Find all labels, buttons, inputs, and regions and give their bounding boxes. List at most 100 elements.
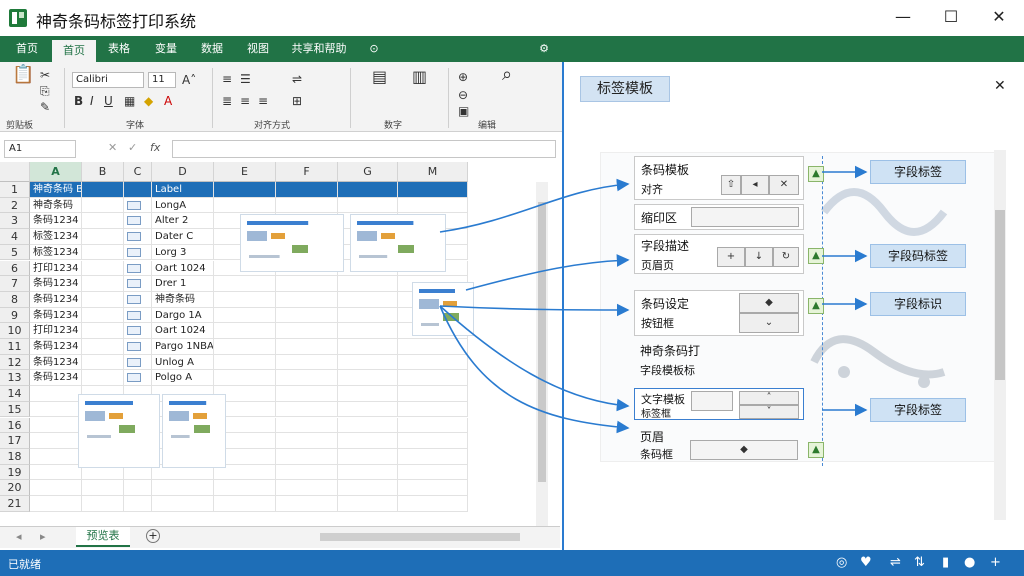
grid-cell[interactable] xyxy=(82,370,124,387)
grid-cell[interactable] xyxy=(398,354,468,371)
horizontal-scrollbar[interactable] xyxy=(320,533,520,541)
green-tag-icon[interactable]: ▲ xyxy=(808,442,824,458)
grid-cell[interactable] xyxy=(30,386,82,402)
grid-cell[interactable]: 神奇条码 Barcode xyxy=(30,182,82,198)
grid-cell[interactable] xyxy=(338,291,398,308)
tab-share-help[interactable]: 共享和帮助 xyxy=(284,40,354,62)
grid-cell[interactable] xyxy=(214,182,276,198)
grid-cell[interactable] xyxy=(124,197,152,214)
column-header[interactable]: F xyxy=(276,162,338,182)
grid-cell[interactable] xyxy=(276,197,338,214)
grid-cell[interactable] xyxy=(276,182,338,198)
row-header[interactable]: 7 xyxy=(0,276,30,292)
grid-cell[interactable]: Drer 1 xyxy=(152,276,214,292)
grid-cell[interactable]: 条码1234 xyxy=(30,291,82,308)
property-input[interactable]: ◆ xyxy=(690,440,798,460)
grid-cell[interactable] xyxy=(276,417,338,434)
column-header[interactable]: E xyxy=(214,162,276,182)
row-header[interactable]: 2 xyxy=(0,197,30,214)
row-header[interactable]: 21 xyxy=(0,496,30,512)
wrap-text-icon[interactable]: ⇌ xyxy=(292,72,302,86)
grid-cell[interactable] xyxy=(276,291,338,308)
next-sheet-icon[interactable]: ▸ xyxy=(40,530,46,543)
close-button[interactable]: ✕ xyxy=(984,6,1014,28)
row-header[interactable]: 13 xyxy=(0,370,30,387)
green-tag-icon[interactable]: ▲ xyxy=(808,248,824,264)
grid-cell[interactable] xyxy=(214,480,276,496)
grid-cell[interactable] xyxy=(124,323,152,339)
number-format-icon[interactable]: ▤ xyxy=(372,69,387,85)
sync-icon[interactable]: ◎ xyxy=(836,555,847,570)
grid-cell[interactable] xyxy=(82,354,124,371)
copy-icon[interactable]: ⎘ xyxy=(40,84,50,98)
row-header[interactable]: 9 xyxy=(0,307,30,324)
grid-cell[interactable] xyxy=(214,323,276,339)
grid-cell[interactable]: 条码1234 xyxy=(30,354,82,371)
insert-cells-icon[interactable]: ⊕ xyxy=(458,70,468,84)
record-icon[interactable]: ● xyxy=(964,555,975,570)
row-header[interactable]: 18 xyxy=(0,448,30,465)
grid-cell[interactable]: Unlog A xyxy=(152,354,214,371)
cancel-icon[interactable]: ✕ xyxy=(108,141,117,154)
row-header[interactable]: 6 xyxy=(0,260,30,277)
phone-icon[interactable]: ▮ xyxy=(942,555,949,570)
green-tag-icon[interactable]: ▲ xyxy=(808,166,824,182)
grid-cell[interactable]: Polgo A xyxy=(152,370,214,387)
grid-cell[interactable] xyxy=(276,464,338,481)
row-header[interactable]: 1 xyxy=(0,182,30,198)
row-header[interactable]: 12 xyxy=(0,354,30,371)
label-template-thumbnail[interactable] xyxy=(240,214,344,272)
tab-table[interactable]: 表格 xyxy=(100,40,138,62)
tab-file[interactable]: 首页 xyxy=(8,40,46,62)
grid-cell[interactable] xyxy=(276,386,338,402)
grid-cell[interactable]: Oart 1024 xyxy=(152,323,214,339)
chevron-down-icon[interactable]: ˅ xyxy=(739,405,799,419)
select-all-corner[interactable] xyxy=(0,162,30,182)
grid-cell[interactable] xyxy=(124,480,152,496)
grid-cell[interactable]: 标签1234 xyxy=(30,229,82,245)
grid-cell[interactable] xyxy=(82,244,124,261)
stepper-up-icon[interactable]: ⇧ xyxy=(721,175,741,195)
grid-cell[interactable] xyxy=(30,433,82,449)
grid-cell[interactable] xyxy=(276,480,338,496)
grid-cell[interactable] xyxy=(124,229,152,245)
grid-cell[interactable]: 神奇条码 xyxy=(152,291,214,308)
add-icon[interactable]: + xyxy=(990,555,1001,570)
row-header[interactable]: 8 xyxy=(0,291,30,308)
grid-cell[interactable] xyxy=(30,480,82,496)
grid-cell[interactable] xyxy=(338,401,398,418)
grid-cell[interactable] xyxy=(214,354,276,371)
grid-cell[interactable]: 条码1234 xyxy=(30,276,82,292)
grid-cell[interactable] xyxy=(152,480,214,496)
column-header[interactable]: M xyxy=(398,162,468,182)
name-box[interactable]: A1 xyxy=(4,140,76,158)
grid-cell[interactable] xyxy=(82,229,124,245)
grid-cell[interactable] xyxy=(124,276,152,292)
formula-input[interactable] xyxy=(172,140,556,158)
column-header[interactable]: C xyxy=(124,162,152,182)
grid-cell[interactable] xyxy=(124,307,152,324)
grid-cell[interactable] xyxy=(214,291,276,308)
prev-sheet-icon[interactable]: ◂ xyxy=(16,530,22,543)
grid-cell[interactable]: 条码1234 xyxy=(30,339,82,355)
grid-cell[interactable] xyxy=(214,496,276,512)
grid-cell[interactable] xyxy=(338,448,398,465)
label-template-thumbnail[interactable] xyxy=(162,394,226,468)
minus-icon[interactable]: + xyxy=(717,247,745,267)
grid-cell[interactable] xyxy=(338,354,398,371)
align-top-icon[interactable]: ≡ xyxy=(222,72,232,86)
grid-cell[interactable] xyxy=(214,197,276,214)
refresh-icon[interactable]: ↻ xyxy=(773,247,799,267)
grid-scroll-thumb[interactable] xyxy=(538,202,546,482)
cut-icon[interactable]: ✂ xyxy=(40,68,50,82)
grid-cell[interactable] xyxy=(398,480,468,496)
borders-icon[interactable]: ▦ xyxy=(124,94,135,108)
grid-cell[interactable] xyxy=(276,323,338,339)
grid-cell[interactable] xyxy=(276,448,338,465)
grid-cell[interactable] xyxy=(276,433,338,449)
grid-cell[interactable]: Oart 1024 xyxy=(152,260,214,277)
bold-icon[interactable]: B xyxy=(74,94,83,108)
grid-cell[interactable]: 条码1234 xyxy=(30,370,82,387)
add-sheet-button[interactable]: + xyxy=(146,529,160,543)
row-header[interactable]: 10 xyxy=(0,323,30,339)
